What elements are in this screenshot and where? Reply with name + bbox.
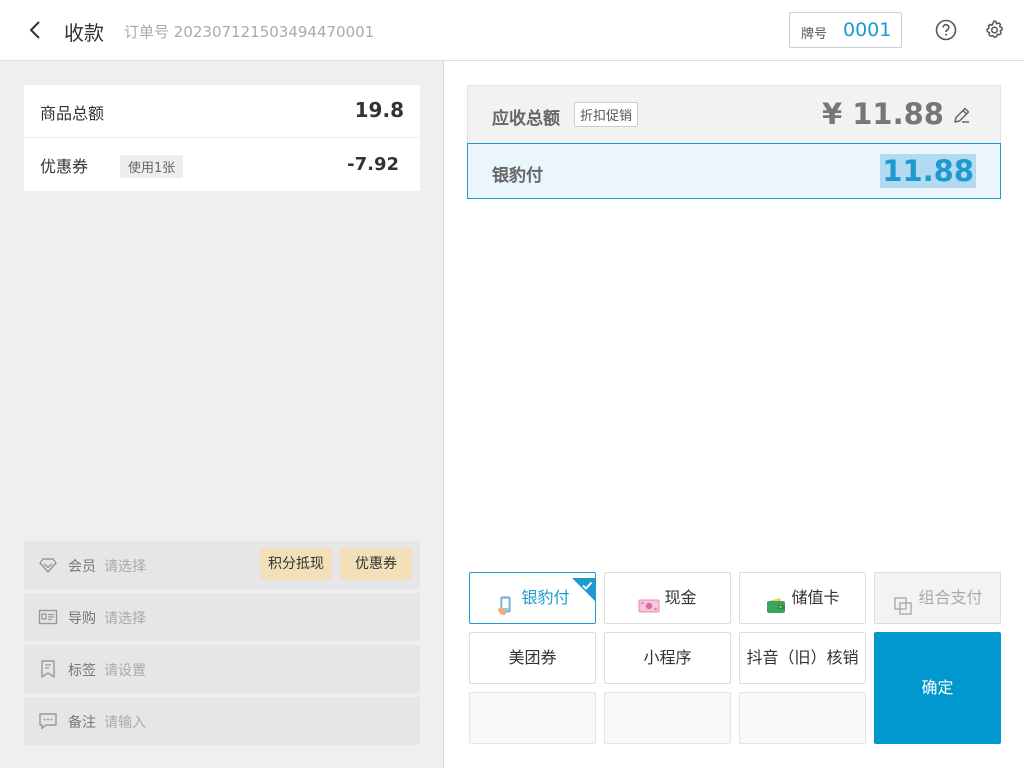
gear-icon[interactable] (983, 19, 1005, 41)
member-label: 会员 (68, 559, 96, 575)
empty-pay-slot (604, 692, 731, 744)
bookmark-icon (38, 659, 58, 679)
payment-method-label: 银豹付 (492, 166, 543, 186)
pay-douyin-button[interactable]: 抖音（旧）核销 (739, 632, 866, 684)
pay-mini-program-label: 小程序 (643, 648, 692, 667)
tag-label: 标签 (68, 663, 96, 679)
pay-cash-label: 现金 (664, 588, 697, 607)
goods-total-value: 19.8 (354, 98, 404, 122)
plate-number-label: 牌号 (801, 27, 828, 42)
empty-pay-slot (469, 692, 596, 744)
pay-douyin-label: 抖音（旧）核销 (746, 648, 859, 667)
payment-amount-input[interactable]: 银豹付 11.88 (467, 143, 1001, 199)
coupon-row[interactable]: 优惠券 使用1张 -7.92 (24, 138, 420, 191)
tag-row[interactable]: 标签 请设置 (24, 645, 420, 693)
page-title: 收款 (64, 21, 104, 45)
coupon-label: 优惠券 (40, 157, 89, 176)
coupon-count-badge: 使用1张 (120, 155, 184, 178)
header-bar: 收款 订单号 20230712150349447000​1 牌号 0001 (0, 0, 1024, 61)
wallet-icon (765, 587, 787, 613)
confirm-button[interactable]: 确定 (874, 632, 1001, 744)
order-summary-panel: 商品总额 19.8 优惠券 使用1张 -7.92 会员 请选择 积分抵现 优惠券… (0, 61, 444, 768)
points-redeem-button[interactable]: 积分抵现 (260, 548, 332, 580)
pay-yinbao-button[interactable]: 银豹付 (469, 572, 596, 624)
coupon-value: -7.92 (347, 154, 399, 175)
pencil-icon[interactable] (952, 105, 972, 125)
chat-bubble-icon (38, 711, 58, 731)
goods-total-label: 商品总额 (40, 104, 105, 123)
member-coupon-button[interactable]: 优惠券 (340, 548, 412, 580)
diamond-icon (38, 555, 58, 575)
goods-total-row: 商品总额 19.8 (24, 85, 420, 138)
pay-cash-content: 现金 (638, 573, 697, 623)
pay-meituan-button[interactable]: 美团券 (469, 632, 596, 684)
order-number-value: 20230712150349447000​1 (173, 23, 375, 41)
summary-card: 商品总额 19.8 优惠券 使用1张 -7.92 (24, 85, 420, 191)
cash-icon (638, 587, 660, 613)
order-number-text: 订单号 20230712150349447000​1 (124, 21, 374, 42)
order-number-label: 订单号 (124, 23, 170, 41)
member-row[interactable]: 会员 请选择 积分抵现 优惠券 (24, 541, 420, 589)
pay-yinbao-label: 银豹付 (521, 588, 570, 607)
pay-combo-button[interactable]: 组合支付 (874, 572, 1001, 624)
pay-mini-program-button[interactable]: 小程序 (604, 632, 731, 684)
remark-row[interactable]: 备注 请输入 (24, 697, 420, 745)
pay-cash-button[interactable]: 现金 (604, 572, 731, 624)
discount-promotion-button[interactable]: 折扣促销 (574, 102, 639, 127)
amount-due-box: 应收总额 折扣促销 ¥ 11.88 (467, 85, 1001, 143)
guide-row[interactable]: 导购 请选择 (24, 593, 420, 641)
remark-label: 备注 (68, 715, 96, 731)
remark-placeholder: 请输入 (104, 715, 146, 731)
amount-due-value: ¥ 11.88 (821, 97, 944, 131)
pay-stored-card-content: 储值卡 (765, 573, 840, 623)
back-arrow-icon[interactable] (24, 18, 48, 42)
help-icon[interactable] (935, 19, 957, 41)
tag-placeholder: 请设置 (104, 663, 146, 679)
payment-amount-value[interactable]: 11.88 (880, 154, 976, 188)
guide-placeholder: 请选择 (104, 611, 146, 627)
id-card-icon (38, 607, 58, 627)
member-placeholder: 请选择 (104, 559, 146, 575)
amount-due-label: 应收总额 (492, 109, 560, 129)
plate-number-field[interactable]: 牌号 0001 (789, 12, 902, 48)
guide-label: 导购 (68, 611, 96, 627)
plate-number-value: 0001 (843, 19, 892, 41)
selected-check-icon (572, 572, 596, 602)
pay-meituan-label: 美团券 (508, 648, 557, 667)
pay-yinbao-content: 银豹付 (495, 573, 570, 623)
empty-pay-slot (739, 692, 866, 744)
pay-combo-content: 组合支付 (892, 573, 983, 623)
combine-icon (892, 587, 914, 615)
phone-pay-icon (495, 587, 517, 615)
pay-combo-label: 组合支付 (918, 588, 983, 607)
pay-stored-card-label: 储值卡 (791, 588, 840, 607)
pay-stored-card-button[interactable]: 储值卡 (739, 572, 866, 624)
